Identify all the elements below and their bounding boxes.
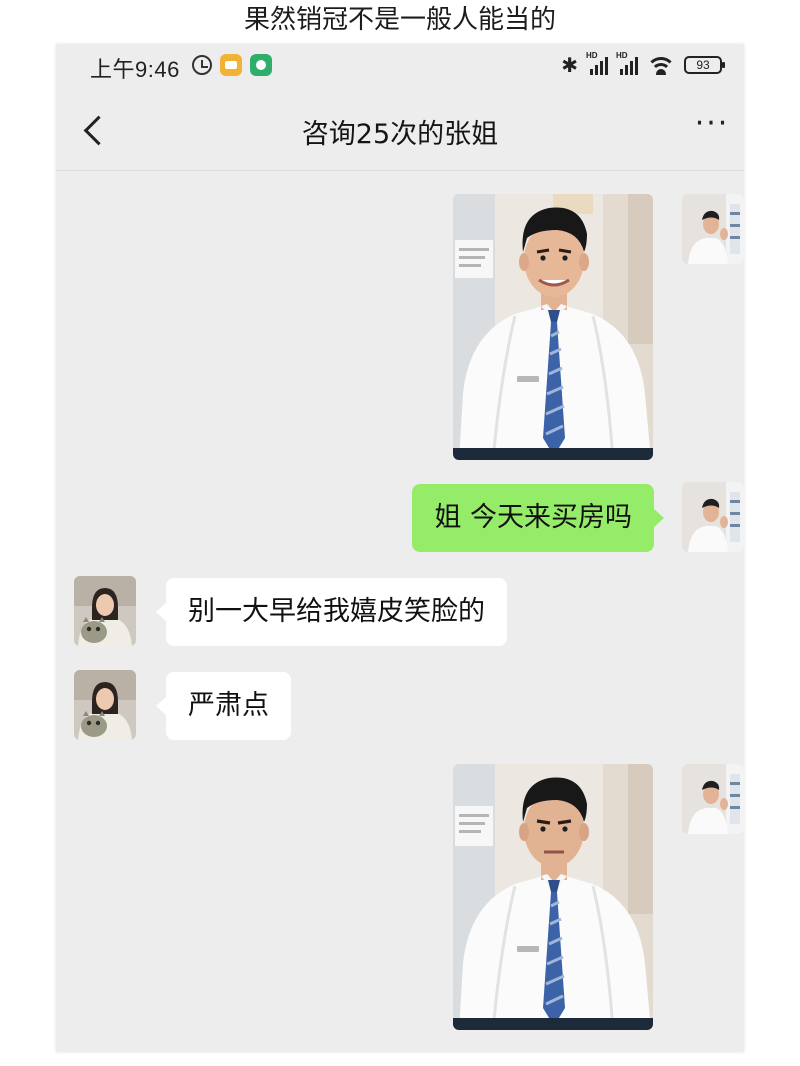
- self-avatar[interactable]: [682, 764, 744, 834]
- chat-screen: 上午9:46 ✱ HD HD 93 咨询25次的张姐 ··· 姐 今天来买房吗 …: [56, 44, 744, 1052]
- caption-title: 果然销冠不是一般人能当的: [243, 5, 556, 35]
- message-photo-smiling[interactable]: [453, 194, 653, 460]
- status-system-icons: ✱ HD HD 93: [561, 51, 725, 77]
- self-avatar[interactable]: [682, 194, 744, 264]
- alarm-icon: [192, 55, 212, 75]
- message-bubble-self[interactable]: 姐 今天来买房吗: [412, 484, 664, 552]
- chat-title: 咨询25次的张姐: [301, 119, 499, 150]
- message-bubble-contact[interactable]: 别一大早给我嬉皮笑脸的: [156, 578, 507, 646]
- chat-header: 咨询25次的张姐 ···: [56, 90, 744, 171]
- man-serious-photo: [453, 764, 653, 1030]
- notification-app-icon: [220, 54, 242, 76]
- status-bar: 上午9:46 ✱ HD HD 93: [56, 44, 744, 90]
- self-avatar[interactable]: [682, 482, 744, 552]
- signal-hd-label-2: HD: [616, 51, 628, 60]
- bluetooth-icon: ✱: [561, 53, 578, 77]
- contact-avatar[interactable]: [74, 670, 136, 740]
- wifi-icon: [648, 55, 674, 75]
- contact-avatar[interactable]: [74, 576, 136, 646]
- status-notification-icons: [192, 54, 272, 76]
- signal-icon-2: HD: [616, 51, 638, 75]
- signal-hd-label: HD: [586, 51, 598, 60]
- more-options-button[interactable]: ···: [694, 109, 730, 142]
- message-photo-serious[interactable]: [453, 764, 653, 1030]
- battery-icon: 93: [684, 56, 725, 74]
- man-smiling-photo: [453, 194, 653, 460]
- signal-icon: HD: [586, 51, 608, 75]
- notification-shield-icon: [250, 54, 272, 76]
- message-bubble-contact[interactable]: 严肃点: [156, 672, 291, 740]
- status-time: 上午9:46: [90, 57, 180, 82]
